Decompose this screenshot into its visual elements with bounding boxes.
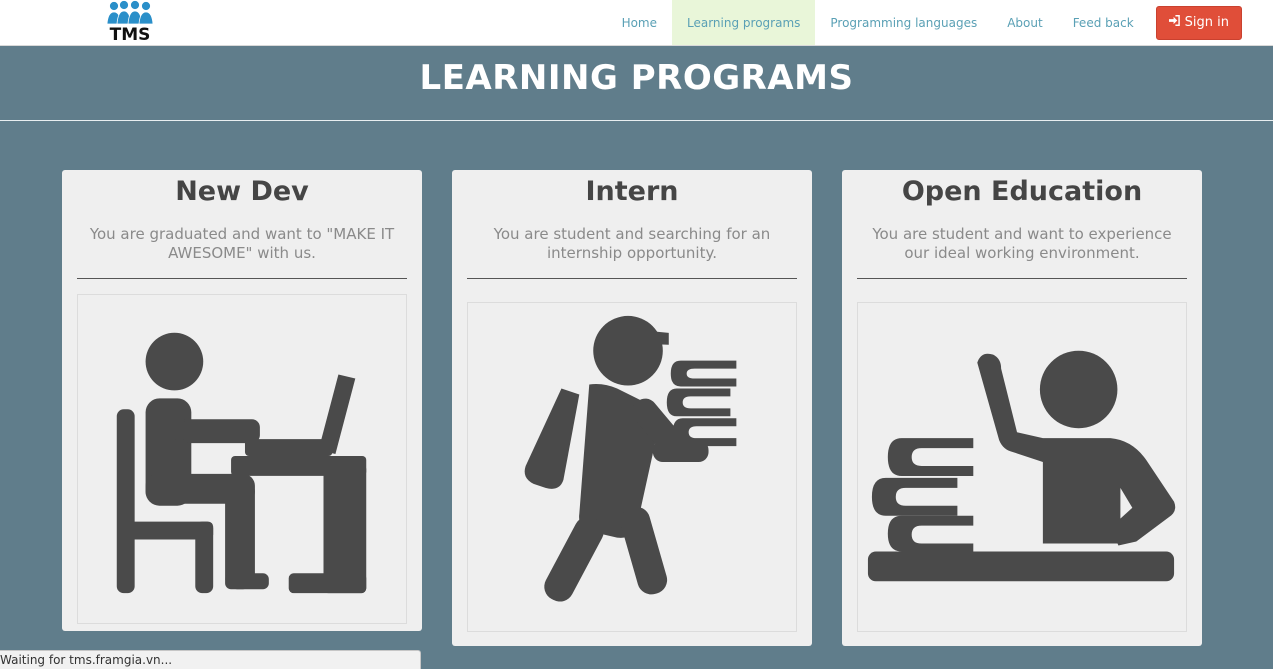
tms-logo[interactable]: TMS bbox=[104, 0, 156, 45]
developer-at-desk-icon bbox=[77, 294, 407, 624]
nav-programming-languages[interactable]: Programming languages bbox=[815, 0, 992, 45]
nav-feed-back[interactable]: Feed back bbox=[1058, 0, 1149, 45]
card-divider bbox=[467, 278, 797, 279]
top-navbar: TMS Home Learning programs Programming l… bbox=[0, 0, 1273, 46]
program-card-new-dev[interactable]: New Dev You are graduated and want to "M… bbox=[62, 170, 422, 631]
program-description: You are student and searching for an int… bbox=[493, 225, 771, 262]
program-card-open-education[interactable]: Open Education You are student and want … bbox=[842, 170, 1202, 646]
title-divider bbox=[0, 120, 1273, 121]
program-title: Open Education bbox=[901, 176, 1143, 207]
nav-home[interactable]: Home bbox=[607, 0, 672, 45]
program-title: New Dev bbox=[175, 176, 309, 207]
nav-about[interactable]: About bbox=[992, 0, 1057, 45]
page-title: LEARNING PROGRAMS bbox=[419, 58, 854, 98]
main-nav: Home Learning programs Programming langu… bbox=[607, 0, 1273, 45]
program-card-intern[interactable]: Intern You are student and searching for… bbox=[452, 170, 812, 646]
student-raising-hand-icon bbox=[857, 302, 1187, 632]
browser-status-bar: Waiting for tms.framgia.vn... bbox=[0, 650, 421, 669]
card-divider bbox=[77, 278, 407, 279]
program-description: You are graduated and want to "MAKE IT A… bbox=[89, 225, 395, 262]
nav-learning-programs[interactable]: Learning programs bbox=[672, 0, 816, 45]
logo-text: TMS bbox=[110, 25, 151, 42]
sign-in-label: Sign in bbox=[1184, 15, 1229, 30]
program-description: You are student and want to experience o… bbox=[872, 225, 1172, 262]
sign-in-icon bbox=[1168, 15, 1180, 30]
program-title: Intern bbox=[585, 176, 679, 207]
student-carrying-books-icon bbox=[467, 302, 797, 632]
card-divider bbox=[857, 278, 1187, 279]
sign-in-button[interactable]: Sign in bbox=[1155, 5, 1242, 40]
